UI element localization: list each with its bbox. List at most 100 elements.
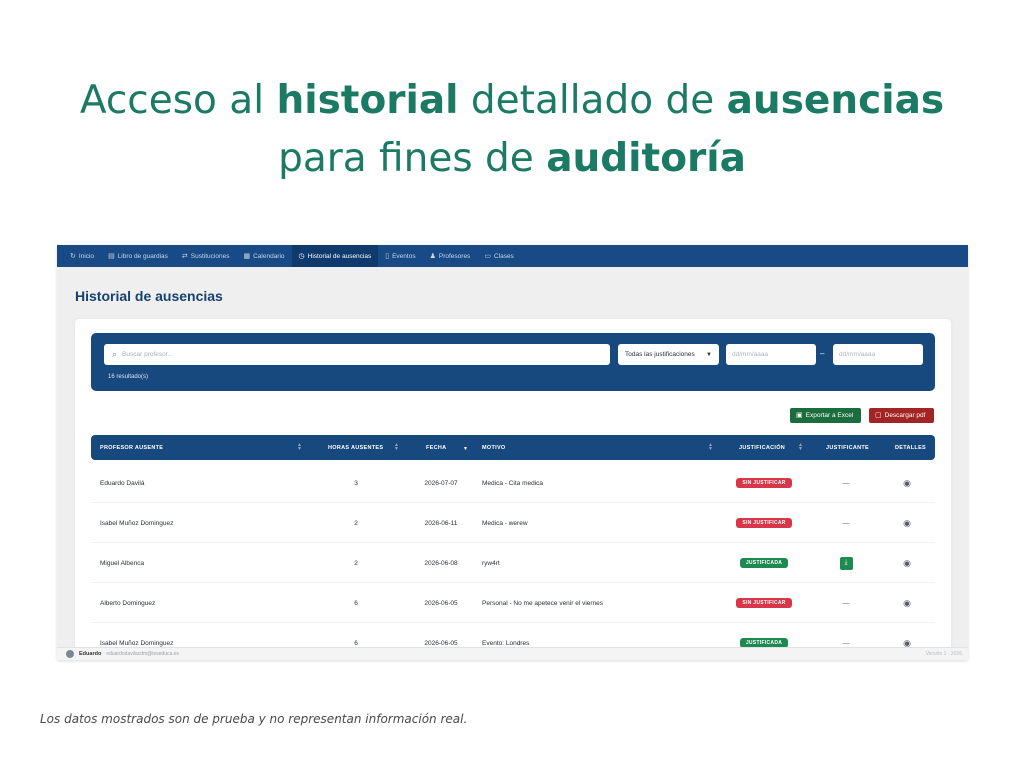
- avatar[interactable]: [66, 650, 74, 658]
- nav-item-label: Calendario: [253, 252, 285, 260]
- app-screenshot: ↻ Inicio ▤ Libro de guardias ⇄ Sustitucione…: [57, 245, 968, 660]
- column-header-detalles: DETALLES: [895, 444, 927, 451]
- download-pdf-button[interactable]: ▢ Descargar pdf: [869, 408, 934, 423]
- status-badge: JUSTIFICADA: [739, 558, 789, 568]
- book-open-icon: ▭: [484, 252, 491, 260]
- footer-version: Versión 1 · 2026: [925, 651, 962, 657]
- justificante-empty: —: [842, 519, 850, 527]
- refresh-icon: ↻: [70, 252, 76, 260]
- nav-item-inicio[interactable]: ↻ Inicio: [63, 245, 101, 267]
- justificante-empty: —: [842, 599, 850, 607]
- download-pdf-label: Descargar pdf: [884, 412, 926, 419]
- search-box[interactable]: ⌕: [104, 344, 610, 365]
- export-excel-button[interactable]: ▣ Exportar a Excel: [790, 408, 861, 423]
- headline-line-1: Acceso al historial detallado de ausenci…: [0, 72, 1024, 130]
- table-row: Isabel Muñoz Dominguez 2 2026-06-11 Medi…: [91, 503, 935, 543]
- disclaimer-text: Los datos mostrados son de prueba y no r…: [40, 712, 468, 726]
- hero-headline: Acceso al historial detallado de ausenci…: [0, 72, 1024, 188]
- export-excel-label: Exportar a Excel: [805, 412, 854, 419]
- nav-item-label: Profesores: [438, 252, 471, 260]
- clock-icon: ◷: [298, 252, 305, 260]
- headline-text: Acceso al: [79, 78, 277, 123]
- file-spreadsheet-icon: ▣: [796, 412, 803, 419]
- eye-icon[interactable]: ◉: [903, 558, 911, 569]
- column-header-profesor[interactable]: PROFESOR AUSENTE: [100, 435, 163, 460]
- nav-item-eventos[interactable]: ▯ Eventos: [378, 245, 422, 267]
- column-header-justificacion[interactable]: JUSTIFICACIÓN: [739, 435, 785, 460]
- filter-panel: ⌕ Todas las justificaciones ▼ – 16 resul…: [91, 333, 935, 391]
- table-row: Miguel Albenca 2 2026-06-08 ryw4rt JUSTI…: [91, 543, 935, 583]
- cell-motivo: Personal - No me apetece venir el vierne…: [482, 599, 604, 607]
- cell-horas: 2: [354, 519, 358, 527]
- eye-icon[interactable]: ◉: [903, 518, 911, 529]
- column-header-horas[interactable]: HORAS AUSENTES: [328, 435, 383, 460]
- cell-profesor: Miguel Albenca: [100, 559, 145, 567]
- headline-text: para fines de: [278, 136, 547, 181]
- cell-detalles: ◉: [897, 463, 917, 503]
- cell-detalles: ◉: [897, 543, 917, 583]
- headline-text: detallado de: [458, 78, 727, 123]
- cell-detalles: ◉: [897, 583, 917, 623]
- nav-item-label: Libro de guardias: [117, 252, 168, 260]
- eye-icon[interactable]: ◉: [903, 598, 911, 609]
- download-icon[interactable]: ⤓: [839, 556, 853, 570]
- cell-justificante: —: [836, 503, 856, 543]
- nav-item-clases[interactable]: ▭ Clases: [477, 245, 521, 267]
- chevron-down-icon: ▼: [706, 351, 712, 358]
- sort-icon[interactable]: ▲ ▼: [708, 443, 713, 452]
- date-from-input[interactable]: [732, 351, 810, 358]
- cell-justificante: —: [836, 583, 856, 623]
- file-pdf-icon: ▢: [875, 412, 882, 419]
- justification-select[interactable]: Todas las justificaciones ▼: [618, 344, 719, 365]
- sort-icon[interactable]: ▲ ▼: [798, 443, 803, 452]
- app-footer: Eduardo eduardodavilacdm@ieseduca.es Ver…: [57, 647, 968, 660]
- sort-icon[interactable]: ▲ ▼: [297, 443, 302, 452]
- cell-fecha: 2026-06-05: [424, 599, 458, 607]
- content-card: ⌕ Todas las justificaciones ▼ – 16 resul…: [75, 319, 951, 660]
- cell-justificacion: SIN JUSTIFICAR: [729, 463, 799, 503]
- justificante-empty: —: [842, 639, 850, 647]
- column-header-motivo[interactable]: MOTIVO: [482, 435, 506, 460]
- results-count: 16 resultado(s): [108, 374, 149, 380]
- table-row: Alberto Dominguez 6 2026-06-05 Personal …: [91, 583, 935, 623]
- date-separator: –: [820, 349, 825, 358]
- nav-item-calendario[interactable]: ▦ Calendario: [236, 245, 291, 267]
- column-header-justificante: JUSTIFICANTE: [826, 444, 870, 451]
- footer-user-email: eduardodavilacdm@ieseduca.es: [106, 651, 179, 657]
- sort-icon[interactable]: ▲ ▼: [394, 443, 399, 452]
- date-from-field[interactable]: [726, 344, 816, 365]
- cell-justificacion: SIN JUSTIFICAR: [729, 503, 799, 543]
- cell-profesor: Eduardo Davilá: [100, 479, 145, 487]
- nav-item-label: Historial de ausencias: [307, 252, 372, 260]
- headline-emphasis: historial: [276, 78, 459, 123]
- search-icon: ⌕: [112, 349, 118, 359]
- nav-item-label: Clases: [493, 252, 514, 260]
- cell-justificacion: JUSTIFICADA: [729, 543, 799, 583]
- cell-justificante: —: [836, 463, 856, 503]
- cell-horas: 6: [354, 599, 358, 607]
- justification-select-value: Todas las justificaciones: [625, 351, 695, 358]
- cell-horas: 3: [354, 479, 358, 487]
- cell-detalles: ◉: [897, 503, 917, 543]
- cell-motivo: ryw4rt: [482, 559, 500, 567]
- nav-item-profesores[interactable]: ♟ Profesores: [423, 245, 478, 267]
- nav-item-libro-de-guardias[interactable]: ▤ Libro de guardias: [101, 245, 175, 267]
- search-input[interactable]: [122, 351, 593, 358]
- cell-profesor: Alberto Dominguez: [100, 599, 156, 607]
- column-header-fecha[interactable]: FECHA: [426, 435, 446, 460]
- cell-horas: 2: [354, 559, 358, 567]
- headline-line-2: para fines de auditoría: [0, 130, 1024, 188]
- justificante-empty: —: [842, 479, 850, 487]
- eye-icon[interactable]: ◉: [903, 478, 911, 489]
- cell-motivo: Medica - werew: [482, 519, 528, 527]
- sort-desc-icon[interactable]: ▼: [463, 443, 468, 452]
- date-to-input[interactable]: [839, 351, 917, 358]
- top-navigation: ↻ Inicio ▤ Libro de guardias ⇄ Sustitucione…: [57, 245, 968, 267]
- table-header: PROFESOR AUSENTE ▲ ▼ HORAS AUSENTES ▲ ▼ FE…: [91, 435, 935, 460]
- nav-item-historial-de-ausencias[interactable]: ◷ Historial de ausencias: [291, 245, 379, 267]
- nav-item-sustituciones[interactable]: ⇄ Sustituciones: [175, 245, 237, 267]
- cell-fecha: 2026-06-11: [424, 519, 458, 527]
- calendar-icon: ▦: [243, 252, 251, 260]
- date-to-field[interactable]: [833, 344, 923, 365]
- swap-icon: ⇄: [181, 252, 188, 260]
